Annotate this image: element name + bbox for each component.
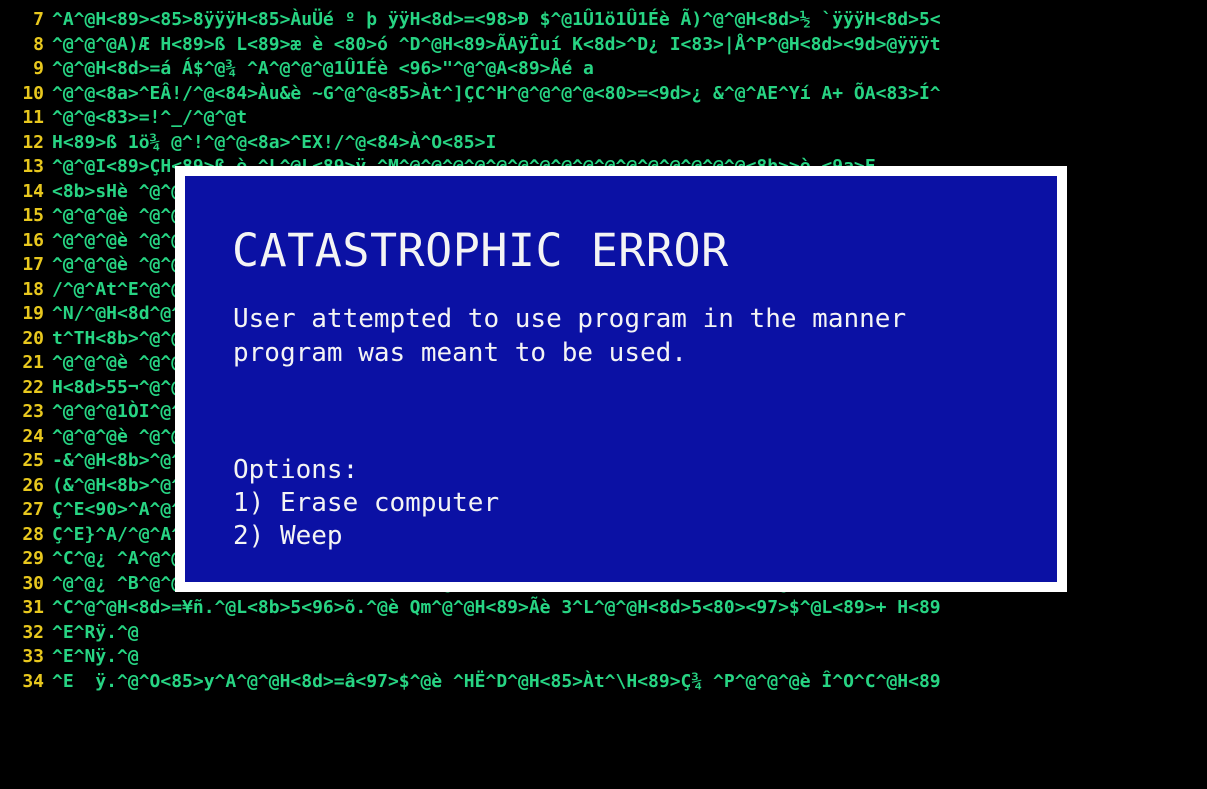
terminal-line: 33 ^E^Nÿ.^@ xyxy=(0,646,139,668)
option-weep[interactable]: 2) Weep xyxy=(233,519,343,553)
line-number: 9 xyxy=(33,58,44,79)
option-erase-computer[interactable]: 1) Erase computer xyxy=(233,486,499,520)
line-number: 26 xyxy=(22,474,44,496)
line-content: ^@^@H<8d>=á Á$^@¾ ^A^@^@^@1Û1Éè <96>"^@^… xyxy=(52,58,594,79)
line-number: 10 xyxy=(22,82,44,104)
line-number: 11 xyxy=(22,107,44,128)
line-number: 34 xyxy=(22,670,44,692)
error-dialog: CATASTROPHIC ERROR User attempted to use… xyxy=(175,166,1067,592)
line-content: ^A^@H<89><85>8ÿÿÿH<85>ÀuÜé º þ ÿÿH<8d>=<… xyxy=(52,9,941,30)
terminal-line: 32 ^E^Rÿ.^@ xyxy=(0,621,139,644)
line-number: 15 xyxy=(22,205,44,226)
line-number: 32 xyxy=(22,621,44,643)
line-number: 30 xyxy=(22,572,44,594)
line-content: ^E^Rÿ.^@ xyxy=(52,621,139,643)
error-title: CATASTROPHIC ERROR xyxy=(232,224,729,277)
line-number: 13 xyxy=(22,156,44,177)
options-label: Options: xyxy=(233,455,359,485)
terminal-line: 34 ^E ÿ.^@^O<85>y^A^@^@H<8d>=â<97>$^@è ^H… xyxy=(0,670,941,693)
line-number: 7 xyxy=(33,9,44,30)
line-number: 22 xyxy=(22,376,44,398)
line-content: ^E ÿ.^@^O<85>y^A^@^@H<8d>=â<97>$^@è ^HË^… xyxy=(52,670,941,692)
line-content: H<89>ß 1ö¾ @^!^@^@<8a>^EX!/^@<84>À^O<85>… xyxy=(52,131,497,153)
line-number: 31 xyxy=(22,597,44,618)
line-number: 12 xyxy=(22,131,44,153)
line-number: 16 xyxy=(22,229,44,251)
line-number: 14 xyxy=(22,180,44,202)
line-content: ^C^@^@H<8d>=¥ñ.^@L<8b>5<96>õ.^@è Qm^@^@H… xyxy=(52,597,941,618)
line-number: 33 xyxy=(22,646,44,667)
terminal-line: 9 ^@^@H<8d>=á Á$^@¾ ^A^@^@^@1Û1Éè <96>"^@… xyxy=(0,58,594,80)
terminal-line: 31 ^C^@^@H<8d>=¥ñ.^@L<8b>5<96>õ.^@è Qm^@^… xyxy=(0,597,941,619)
error-message: User attempted to use program in the man… xyxy=(233,304,907,368)
terminal-line: 11 ^@^@<83>=!^_/^@^@t xyxy=(0,107,247,129)
line-number: 8 xyxy=(33,33,44,55)
line-number: 23 xyxy=(22,401,44,422)
terminal-line: 8 ^@^@^@A)Æ H<89>ß L<89>æ è <80>ó ^D^@H<8… xyxy=(0,33,941,56)
line-number: 19 xyxy=(22,303,44,324)
line-number: 27 xyxy=(22,499,44,520)
line-number: 28 xyxy=(22,523,44,545)
line-content: ^@^@<8a>^EÂ!/^@<84>Àu&è ~G^@^@<85>Àt^]ÇC… xyxy=(52,82,941,104)
line-number: 24 xyxy=(22,425,44,447)
terminal-line: 12 H<89>ß 1ö¾ @^!^@^@<8a>^EX!/^@<84>À^O<8… xyxy=(0,132,496,154)
line-number: 21 xyxy=(22,352,44,373)
line-number: 20 xyxy=(22,327,44,349)
terminal-line: 10 ^@^@<8a>^EÂ!/^@<84>Àu&è ~G^@^@<85>Àt^]… xyxy=(0,82,941,105)
terminal-line: 7 ^A^@H<89><85>8ÿÿÿH<85>ÀuÜé º þ ÿÿH<8d>=… xyxy=(0,9,941,31)
error-dialog-panel: CATASTROPHIC ERROR User attempted to use… xyxy=(185,176,1057,582)
line-content: ^E^Nÿ.^@ xyxy=(52,646,139,667)
line-content: ^@^@<83>=!^_/^@^@t xyxy=(52,107,248,128)
line-number: 25 xyxy=(22,450,44,471)
line-content: ^@^@^@A)Æ H<89>ß L<89>æ è <80>ó ^D^@H<89… xyxy=(52,33,941,55)
line-number: 17 xyxy=(22,254,44,275)
line-number: 18 xyxy=(22,278,44,300)
line-number: 29 xyxy=(22,548,44,569)
